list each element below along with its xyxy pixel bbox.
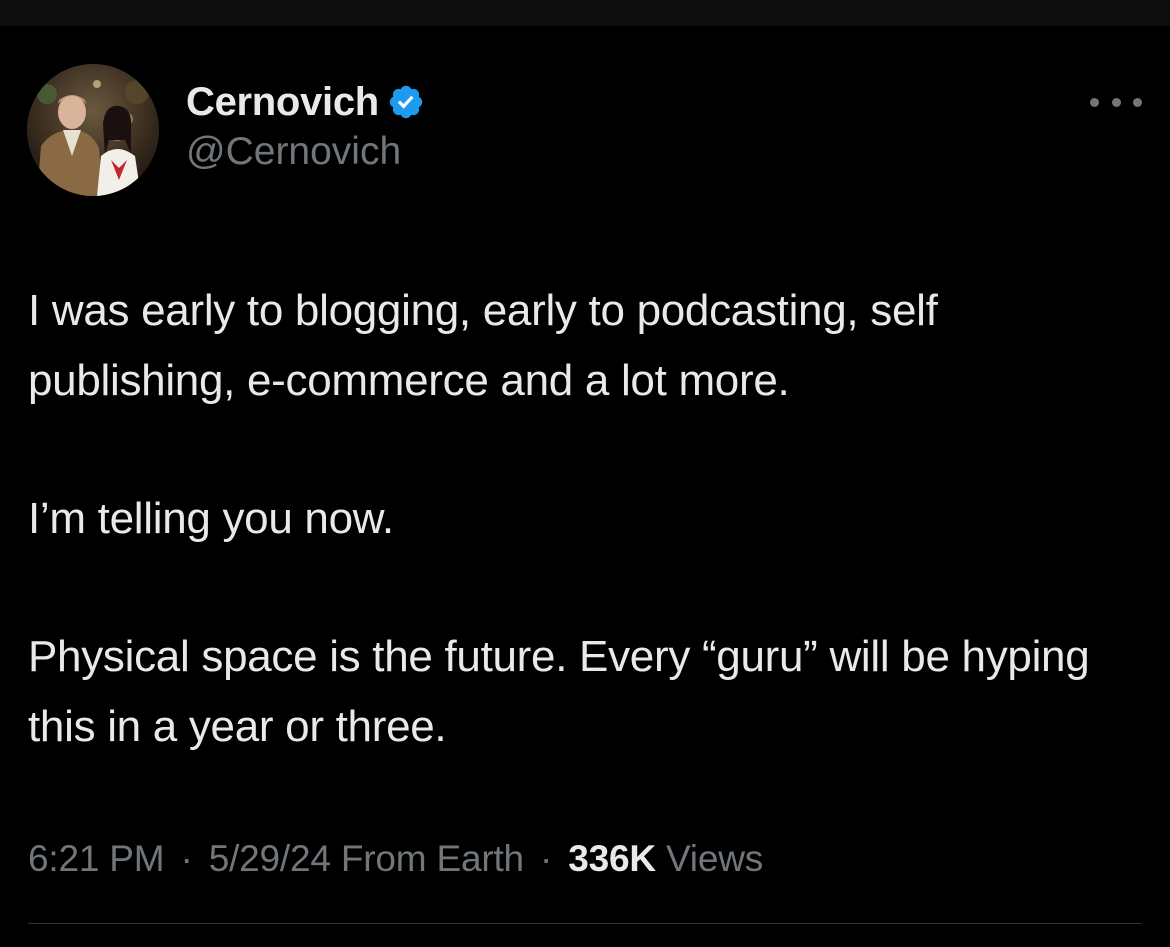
verified-badge-icon[interactable] — [387, 83, 425, 121]
tweet: Cernovich @Cernovich I was early to blog… — [0, 26, 1170, 947]
avatar[interactable] — [27, 64, 159, 196]
meta-separator: · — [180, 838, 193, 879]
avatar-photo — [27, 64, 159, 196]
author-block: Cernovich @Cernovich — [186, 78, 425, 174]
views-count[interactable]: 336K — [568, 838, 656, 879]
name-row: Cernovich — [186, 78, 425, 126]
tweet-paragraph: I’m telling you now. — [28, 494, 394, 543]
more-dot — [1111, 97, 1121, 107]
tweet-date[interactable]: 5/29/24 — [209, 838, 331, 879]
more-options-icon[interactable] — [1090, 90, 1142, 114]
display-name[interactable]: Cernovich — [186, 80, 379, 125]
tweet-source: From Earth — [340, 838, 524, 879]
tweet-paragraph: Physical space is the future. Every “gur… — [28, 632, 1090, 751]
more-dot — [1090, 97, 1099, 107]
meta-separator: · — [540, 838, 553, 879]
divider — [28, 923, 1142, 924]
tweet-text: I was early to blogging, early to podcas… — [28, 276, 1138, 762]
views-label[interactable]: Views — [666, 838, 763, 879]
tweet-time[interactable]: 6:21 PM — [28, 838, 165, 879]
more-dot — [1133, 97, 1142, 107]
top-bar — [0, 0, 1170, 26]
handle[interactable]: @Cernovich — [186, 130, 425, 174]
tweet-paragraph: I was early to blogging, early to podcas… — [28, 286, 938, 405]
tweet-meta: 6:21 PM · 5/29/24 From Earth · 336K View… — [28, 838, 763, 880]
